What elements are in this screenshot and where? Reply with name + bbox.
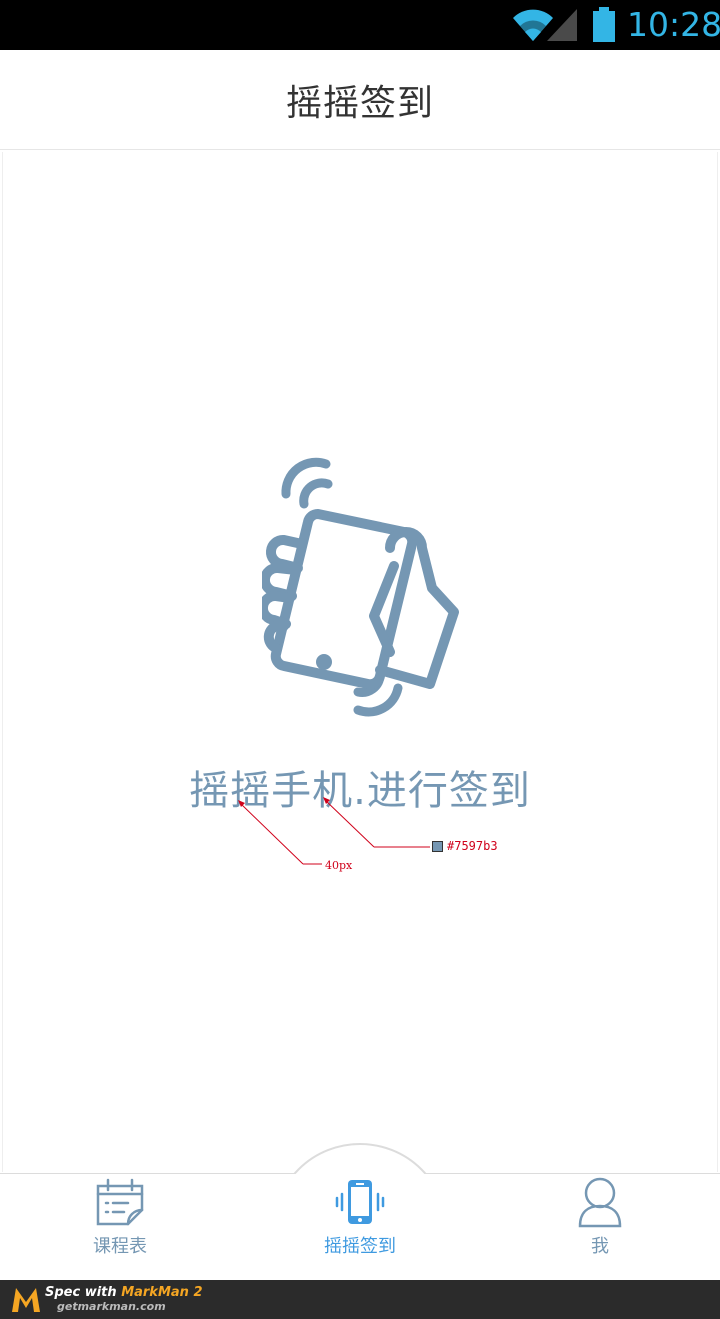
tab-me[interactable]: 我 — [550, 1176, 650, 1276]
markman-spec-text: Spec with MarkMan 2 — [45, 1285, 203, 1300]
color-swatch — [432, 841, 443, 852]
shake-phone-hand-icon[interactable] — [262, 456, 462, 736]
person-icon — [578, 1177, 622, 1228]
page-title: 摇摇签到 — [285, 82, 434, 124]
tab-shake-signin[interactable]: 摇摇签到 — [310, 1176, 410, 1276]
markman-brand: MarkMan 2 — [121, 1285, 203, 1300]
status-time: 10:28 — [627, 5, 720, 44]
tab-label-me: 我 — [591, 1236, 609, 1257]
shake-prompt: 摇摇手机.进行签到 — [189, 768, 531, 814]
font-size-annotation: 40px — [325, 859, 353, 872]
markman-logo-icon — [12, 1288, 40, 1312]
tab-label-schedule: 课程表 — [93, 1236, 147, 1257]
vibrating-phone-icon — [335, 1180, 385, 1224]
status-bar: 10:28 — [0, 0, 720, 50]
markman-url[interactable]: getmarkman.com — [57, 1300, 166, 1313]
tab-schedule[interactable]: 课程表 — [70, 1176, 170, 1276]
signal-icon — [547, 9, 577, 41]
markman-footer: Spec with MarkMan 2 getmarkman.com — [0, 1280, 720, 1319]
color-annotation: #7597b3 — [447, 839, 498, 853]
tab-label-shake-signin: 摇摇签到 — [324, 1236, 396, 1257]
app-header: 摇摇签到 — [0, 50, 720, 150]
battery-icon — [593, 7, 615, 42]
calendar-icon — [96, 1178, 144, 1226]
